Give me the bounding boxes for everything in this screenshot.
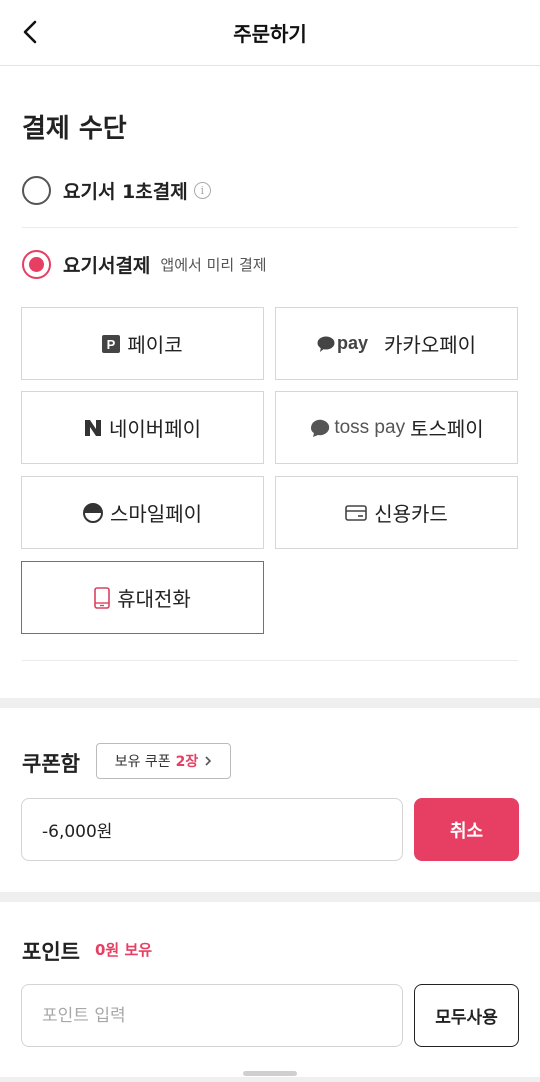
info-icon[interactable]: i bbox=[193, 182, 211, 199]
method-label: 신용카드 bbox=[374, 502, 448, 526]
divider bbox=[22, 227, 518, 228]
page-title: 주문하기 bbox=[233, 22, 307, 46]
bottom-band bbox=[0, 1077, 540, 1082]
radio-label: 요기서 1초결제 bbox=[63, 181, 188, 203]
kakaopay-logo-text: pay bbox=[336, 333, 369, 353]
payment-section-title: 결제 수단 bbox=[22, 114, 127, 144]
coupon-cancel-button[interactable]: 취소 bbox=[414, 798, 519, 861]
radio-quick-pay[interactable]: 요기서 1초결제 i bbox=[22, 176, 211, 205]
coupon-count: 2장 bbox=[175, 754, 199, 770]
credit-card-icon bbox=[345, 504, 367, 521]
method-label: 휴대전화 bbox=[117, 587, 191, 611]
method-label: 스마일페이 bbox=[110, 502, 202, 526]
radio-button[interactable] bbox=[22, 176, 51, 205]
naverpay-icon bbox=[85, 419, 101, 436]
method-label: 네이버페이 bbox=[109, 417, 201, 441]
divider bbox=[22, 660, 518, 661]
method-label: 카카오페이 bbox=[384, 333, 477, 357]
radio-button-checked[interactable] bbox=[22, 250, 51, 279]
method-label: 페이코 bbox=[127, 333, 183, 357]
method-label: 토스페이 bbox=[410, 417, 484, 441]
mobile-phone-icon bbox=[94, 586, 110, 609]
svg-text:P: P bbox=[107, 337, 116, 352]
chevron-right-icon bbox=[205, 756, 212, 766]
method-smilepay[interactable]: 스마일페이 bbox=[21, 476, 264, 549]
point-section-title: 포인트 bbox=[22, 940, 80, 964]
radio-label: 요기서결제 bbox=[63, 255, 151, 277]
kakaopay-icon: pay bbox=[317, 333, 368, 354]
coupon-section-title: 쿠폰함 bbox=[22, 752, 80, 776]
coupon-value-field: -6,000원 bbox=[21, 798, 403, 861]
coupon-count-badge[interactable]: 보유 쿠폰 2장 bbox=[96, 743, 231, 779]
point-input[interactable] bbox=[42, 1005, 402, 1026]
coupon-discount-value: -6,000원 bbox=[42, 822, 113, 842]
use-all-points-button[interactable]: 모두사용 bbox=[414, 984, 519, 1047]
payco-icon: P bbox=[102, 334, 121, 353]
tosspay-icon: toss pay bbox=[309, 417, 405, 439]
method-kakaopay[interactable]: pay 카카오페이 bbox=[275, 307, 518, 380]
point-owned: 0원 보유 bbox=[95, 941, 153, 959]
method-mobile-phone[interactable]: 휴대전화 bbox=[21, 561, 264, 634]
header: 주문하기 bbox=[0, 0, 540, 66]
method-payco[interactable]: P 페이코 bbox=[21, 307, 264, 380]
section-separator bbox=[0, 698, 540, 708]
radio-yogiseo-pay[interactable]: 요기서결제 앱에서 미리 결제 bbox=[22, 250, 267, 279]
radio-sublabel: 앱에서 미리 결제 bbox=[160, 256, 267, 274]
point-input-wrapper[interactable] bbox=[21, 984, 403, 1047]
method-credit-card[interactable]: 신용카드 bbox=[275, 476, 518, 549]
home-indicator bbox=[243, 1071, 297, 1076]
method-tosspay[interactable]: toss pay 토스페이 bbox=[275, 391, 518, 464]
section-separator bbox=[0, 892, 540, 902]
tosspay-logo-text: toss pay bbox=[334, 416, 406, 438]
coupon-badge-prefix: 보유 쿠폰 bbox=[114, 754, 171, 770]
smilepay-icon bbox=[83, 502, 103, 523]
method-naverpay[interactable]: 네이버페이 bbox=[21, 391, 264, 464]
